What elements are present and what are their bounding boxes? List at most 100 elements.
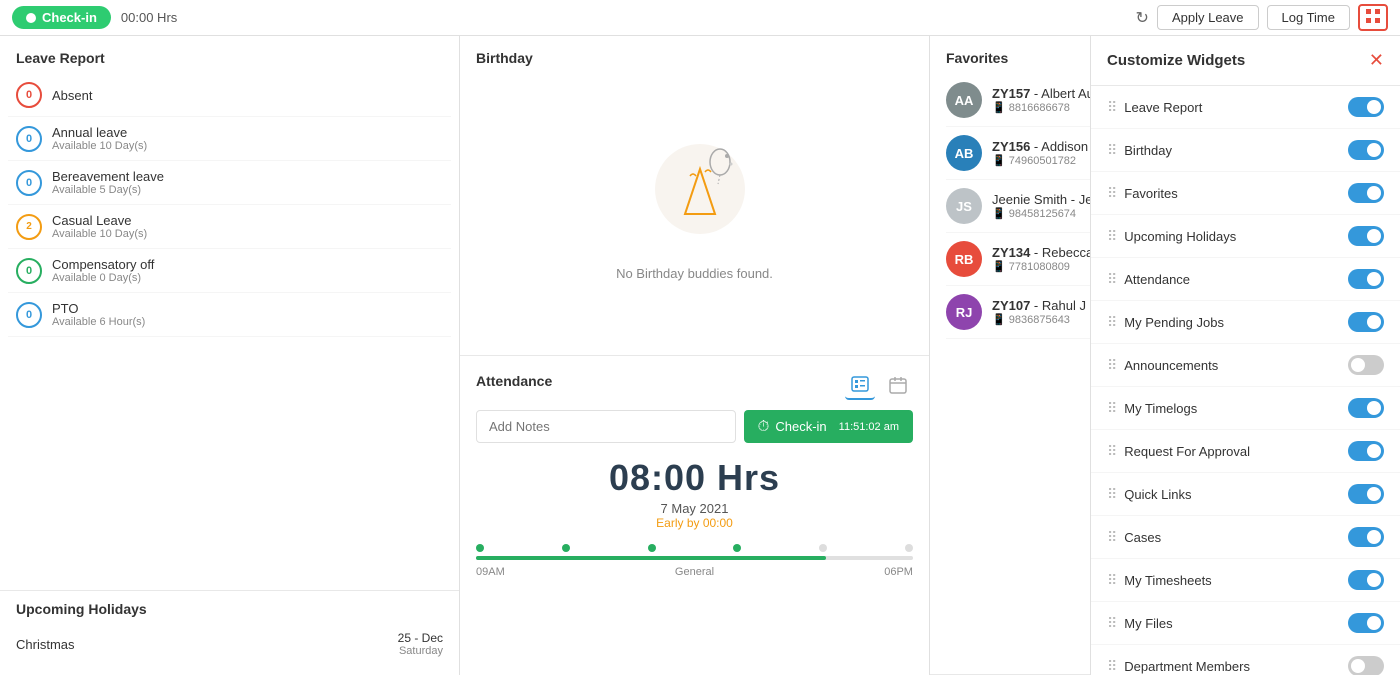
widget-toggle-item: ⠿ Upcoming Holidays (1091, 215, 1400, 258)
leave-list: 0 Absent 0 Annual leave Available 10 Day… (0, 74, 459, 590)
widget-label: Cases (1124, 530, 1161, 545)
widget-label: My Pending Jobs (1124, 315, 1224, 330)
widget-toggle-switch[interactable] (1348, 527, 1384, 547)
widget-toggle-item: ⠿ Quick Links (1091, 473, 1400, 516)
widget-label: My Timelogs (1124, 401, 1197, 416)
leave-info: Absent (52, 88, 92, 103)
leave-info: Compensatory off Available 0 Day(s) (52, 257, 154, 284)
attendance-early-label: Early by 00:00 (476, 516, 913, 530)
widget-toggle-switch[interactable] (1348, 441, 1384, 461)
widget-toggle-switch[interactable] (1348, 484, 1384, 504)
timeline-start-label: 09AM (476, 566, 505, 578)
apply-leave-button[interactable]: Apply Leave (1157, 5, 1259, 30)
widget-label: Quick Links (1124, 487, 1191, 502)
widget-label: Birthday (1124, 143, 1172, 158)
widget-toggle-switch[interactable] (1348, 656, 1384, 675)
toggle-slider (1348, 97, 1384, 117)
widget-toggle-left: ⠿ Attendance (1107, 271, 1190, 288)
drag-handle-icon[interactable]: ⠿ (1107, 228, 1116, 245)
drag-handle-icon[interactable]: ⠿ (1107, 271, 1116, 288)
customize-widgets-header: Customize Widgets ✕ (1091, 36, 1400, 86)
tl-dot-4 (733, 544, 741, 552)
log-time-button[interactable]: Log Time (1267, 5, 1350, 30)
widget-toggle-switch[interactable] (1348, 97, 1384, 117)
checkin-button[interactable]: Check-in (12, 6, 111, 29)
widget-toggle-switch[interactable] (1348, 140, 1384, 160)
drag-handle-icon[interactable]: ⠿ (1107, 400, 1116, 417)
widget-toggle-item: ⠿ My Files (1091, 602, 1400, 645)
widget-toggle-left: ⠿ My Timelogs (1107, 400, 1197, 417)
middle-column: Birthday No Birthday buddi (460, 36, 930, 675)
widget-toggle-switch[interactable] (1348, 613, 1384, 633)
leave-badge: 0 (16, 82, 42, 108)
timeline-dots (476, 544, 913, 552)
drag-handle-icon[interactable]: ⠿ (1107, 658, 1116, 675)
widget-label: Request For Approval (1124, 444, 1250, 459)
checkin-label: Check-in (42, 10, 97, 25)
widget-toggle-left: ⠿ Department Members (1107, 658, 1250, 675)
phone-icon: 📱 9836875643 (992, 313, 1070, 326)
attendance-list-view-button[interactable] (845, 370, 875, 400)
phone-icon: 📱 7781080809 (992, 260, 1070, 273)
drag-handle-icon[interactable]: ⠿ (1107, 185, 1116, 202)
toggle-slider (1348, 441, 1384, 461)
customize-widgets-close-button[interactable]: ✕ (1369, 50, 1384, 71)
leave-item: 0 Compensatory off Available 0 Day(s) (8, 249, 451, 293)
leave-available: Available 10 Day(s) (52, 140, 147, 152)
favorite-avatar: RB (946, 241, 982, 277)
widget-toggle-item: ⠿ My Pending Jobs (1091, 301, 1400, 344)
toggle-slider (1348, 570, 1384, 590)
widget-toggle-switch[interactable] (1348, 226, 1384, 246)
widget-toggle-left: ⠿ Birthday (1107, 142, 1172, 159)
birthday-illustration (635, 134, 755, 254)
toggle-slider (1348, 656, 1384, 675)
drag-handle-icon[interactable]: ⠿ (1107, 572, 1116, 589)
refresh-icon[interactable]: ↻ (1136, 8, 1149, 28)
widget-toggle-item: ⠿ Favorites (1091, 172, 1400, 215)
toggle-slider (1348, 398, 1384, 418)
favorite-avatar: AA (946, 82, 982, 118)
checkin-action-button[interactable]: ⏱ Check-in 11:51:02 am (744, 410, 913, 443)
widget-toggle-left: ⠿ Announcements (1107, 357, 1218, 374)
timeline-mid-label: General (675, 566, 714, 578)
leave-info: Casual Leave Available 10 Day(s) (52, 213, 147, 240)
tl-dot-3 (648, 544, 656, 552)
customize-widgets-icon-button[interactable] (1358, 4, 1388, 31)
widget-toggle-switch[interactable] (1348, 183, 1384, 203)
drag-handle-icon[interactable]: ⠿ (1107, 142, 1116, 159)
notes-checkin-row: ⏱ Check-in 11:51:02 am (476, 410, 913, 443)
checkin-action-time: 11:51:02 am (839, 421, 899, 433)
toggle-slider (1348, 183, 1384, 203)
drag-handle-icon[interactable]: ⠿ (1107, 486, 1116, 503)
widget-toggle-switch[interactable] (1348, 312, 1384, 332)
drag-handle-icon[interactable]: ⠿ (1107, 314, 1116, 331)
attendance-calendar-view-button[interactable] (883, 370, 913, 400)
widget-toggle-switch[interactable] (1348, 398, 1384, 418)
phone-icon: 📱 98458125674 (992, 207, 1076, 220)
widget-toggle-item: ⠿ Birthday (1091, 129, 1400, 172)
leave-item: 0 PTO Available 6 Hour(s) (8, 293, 451, 337)
checkin-action-label: Check-in (775, 419, 826, 434)
upcoming-holidays-title: Upcoming Holidays (16, 601, 443, 617)
leave-badge: 0 (16, 258, 42, 284)
leave-name: Bereavement leave (52, 169, 164, 184)
holiday-list: Christmas 25 - Dec Saturday (16, 627, 443, 661)
drag-handle-icon[interactable]: ⠿ (1107, 615, 1116, 632)
widget-toggle-switch[interactable] (1348, 570, 1384, 590)
widget-toggle-item: ⠿ Attendance (1091, 258, 1400, 301)
toggle-slider (1348, 527, 1384, 547)
favorite-avatar: RJ (946, 294, 982, 330)
leave-badge: 0 (16, 302, 42, 328)
drag-handle-icon[interactable]: ⠿ (1107, 99, 1116, 116)
widget-toggle-switch[interactable] (1348, 355, 1384, 375)
drag-handle-icon[interactable]: ⠿ (1107, 443, 1116, 460)
notes-input[interactable] (476, 410, 736, 443)
widget-label: My Files (1124, 616, 1172, 631)
widget-toggle-left: ⠿ Quick Links (1107, 486, 1191, 503)
widget-toggle-switch[interactable] (1348, 269, 1384, 289)
drag-handle-icon[interactable]: ⠿ (1107, 529, 1116, 546)
widget-label: Announcements (1124, 358, 1218, 373)
tl-dot-end (905, 544, 913, 552)
drag-handle-icon[interactable]: ⠿ (1107, 357, 1116, 374)
leave-badge: 0 (16, 170, 42, 196)
